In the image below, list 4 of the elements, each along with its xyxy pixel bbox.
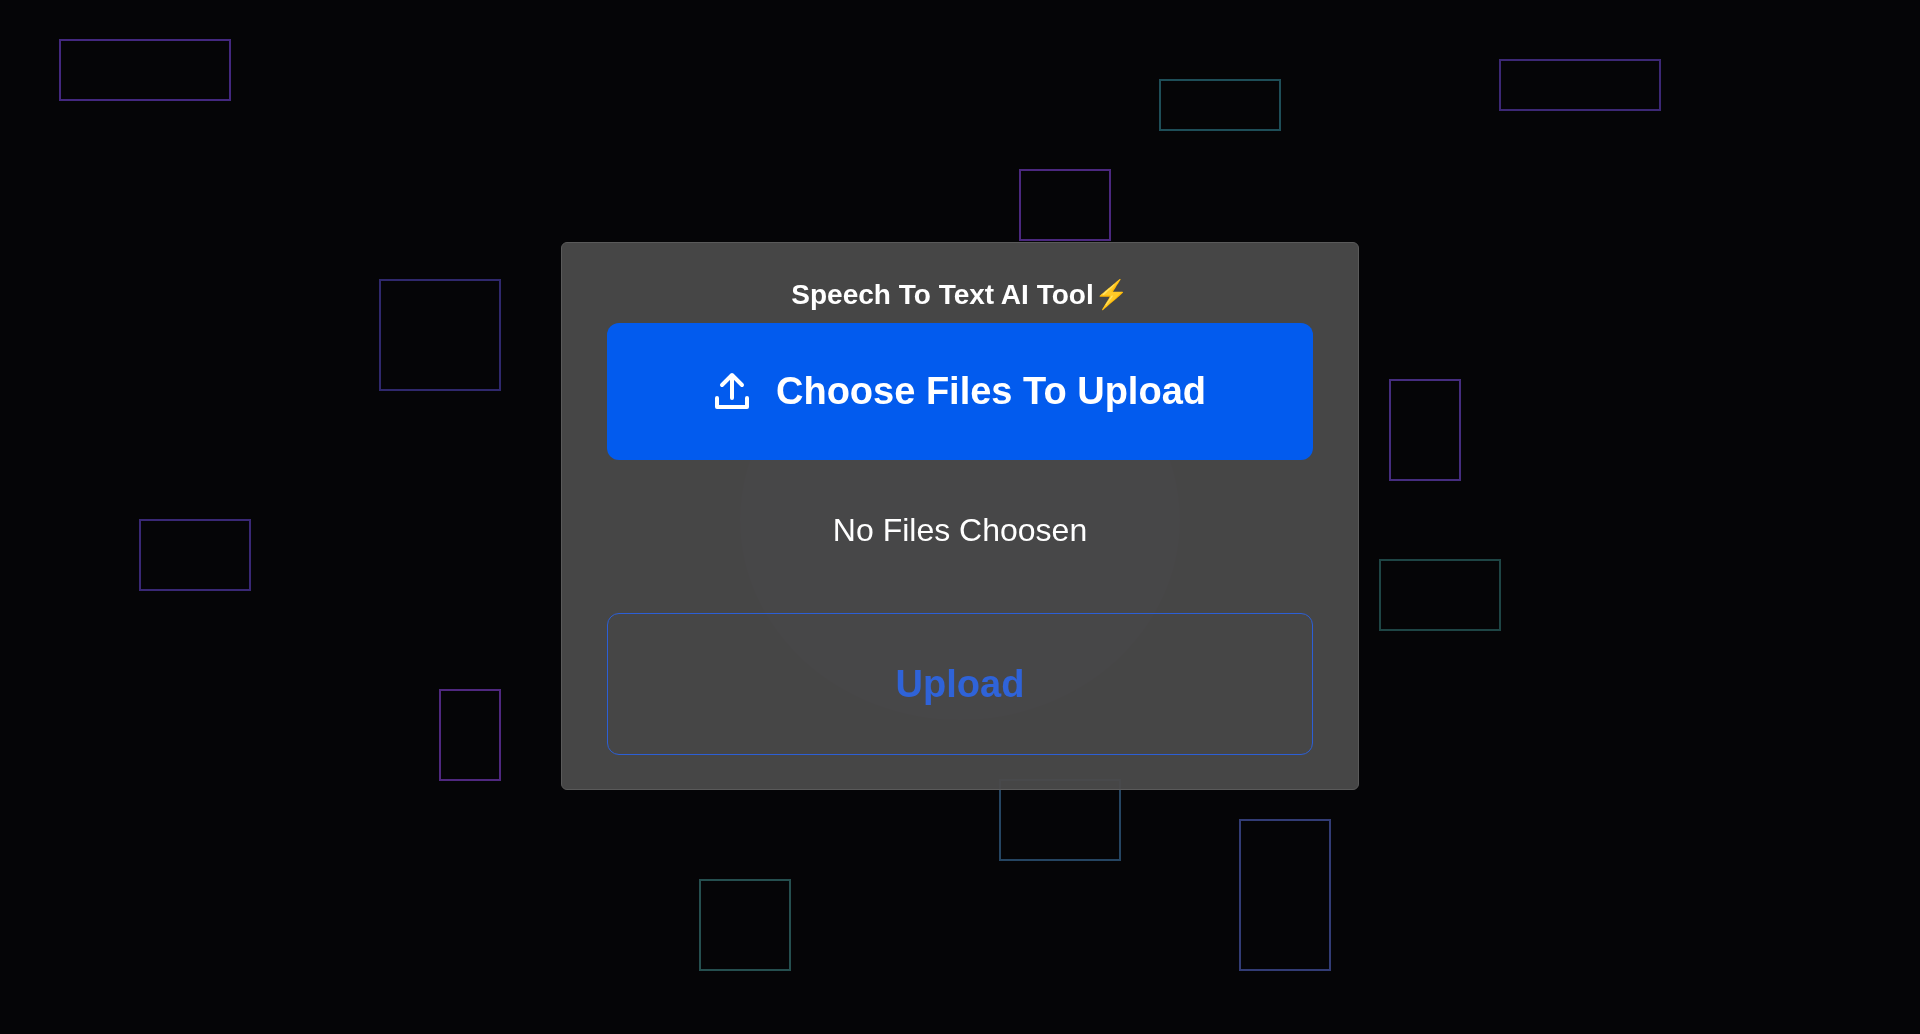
- upload-icon: [714, 371, 750, 412]
- app-title: Speech To Text AI Tool⚡: [791, 278, 1129, 313]
- file-status-text: No Files Choosen: [832, 511, 1088, 550]
- choose-files-button[interactable]: Choose Files To Upload: [607, 323, 1313, 460]
